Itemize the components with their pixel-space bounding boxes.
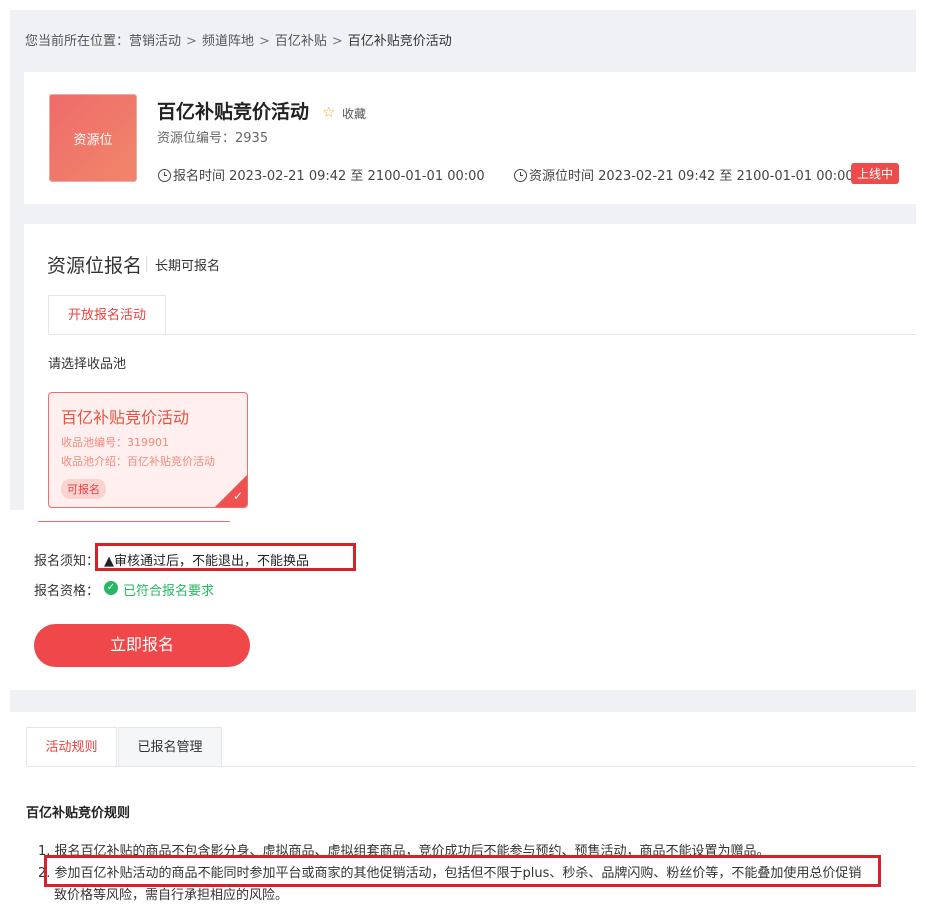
thumbnail-label: 资源位 [73,133,113,148]
clock-icon [158,169,171,182]
resource-time: 资源位时间 2023-02-21 09:42 至 2100-01-01 00:0… [514,165,854,184]
signup-time-text: 报名时间 2023-02-21 09:42 至 2100-01-01 00:00 [173,169,485,184]
breadcrumb-separator: > [331,34,343,49]
rules-title: 百亿补贴竞价规则 [26,806,131,821]
qualification-label: 报名资格： [34,584,100,599]
breadcrumb-prefix: 您当前所在位置： [25,34,130,49]
signup-card: 资源位报名 长期可报名 开放报名活动 请选择收品池 百亿补贴竞价活动 收品池编号… [24,224,916,510]
signup-time: 报名时间 2023-02-21 09:42 至 2100-01-01 00:00 [158,165,485,184]
tab-divider [26,766,916,767]
choose-pool-label: 请选择收品池 [48,357,127,372]
section-separator [10,690,916,712]
breadcrumb-separator: > [186,34,197,49]
pool-description: 收品池介绍：百亿补贴竞价活动 [61,455,215,468]
notice-content: 审核通过后，不能退出，不能换品 [114,554,310,569]
pool-underline [38,521,230,522]
warning-icon: ▲ [104,554,114,569]
highlight-box [44,855,881,887]
divider [146,256,147,272]
breadcrumb-item-subsidy[interactable]: 百亿补贴 [275,34,327,49]
resource-number: 资源位编号：2935 [157,131,269,146]
pool-title: 百亿补贴竞价活动 [61,408,190,427]
resource-thumbnail: 资源位 [49,94,137,182]
check-icon: ✓ [232,489,243,503]
resource-time-text: 资源位时间 2023-02-21 09:42 至 2100-01-01 00:0… [529,169,854,184]
notice-label: 报名须知： [34,554,100,569]
qualification-status: 已符合报名要求 [123,584,215,599]
clock-icon [514,169,527,182]
breadcrumb-item-channel[interactable]: 频道阵地 [202,34,254,49]
tab-divider [48,334,916,335]
notice-text: ▲审核通过后，不能退出，不能换品 [104,550,309,569]
tab-open-activities[interactable]: 开放报名活动 [48,295,166,335]
signup-button[interactable]: 立即报名 [34,624,250,667]
pool-number: 收品池编号：319901 [61,436,169,449]
tab-activity-rules[interactable]: 活动规则 [26,727,117,767]
section-title: 资源位报名 [47,255,143,277]
status-badge: 上线中 [851,163,900,184]
breadcrumb-item-marketing[interactable]: 营销活动 [129,34,181,49]
check-circle-icon: ✓ [104,581,118,595]
activity-header-card: 资源位 百亿补贴竞价活动 ☆ 收藏 资源位编号：2935 报名时间 2023-0… [24,72,916,204]
star-icon[interactable]: ☆ [322,103,335,121]
pool-status-tag: 可报名 [61,479,106,499]
breadcrumb: 您当前所在位置：营销活动 > 频道阵地 > 百亿补贴 > 百亿补贴竞价活动 [25,30,452,49]
activity-title: 百亿补贴竞价活动 [157,101,310,123]
section-subtitle: 长期可报名 [155,259,221,274]
tab-signup-management[interactable]: 已报名管理 [118,727,222,767]
breadcrumb-item-current: 百亿补贴竞价活动 [347,34,452,49]
pool-card[interactable]: 百亿补贴竞价活动 收品池编号：319901 收品池介绍：百亿补贴竞价活动 可报名… [48,392,248,508]
favorite-button[interactable]: 收藏 [342,105,366,122]
breadcrumb-separator: > [258,34,270,49]
